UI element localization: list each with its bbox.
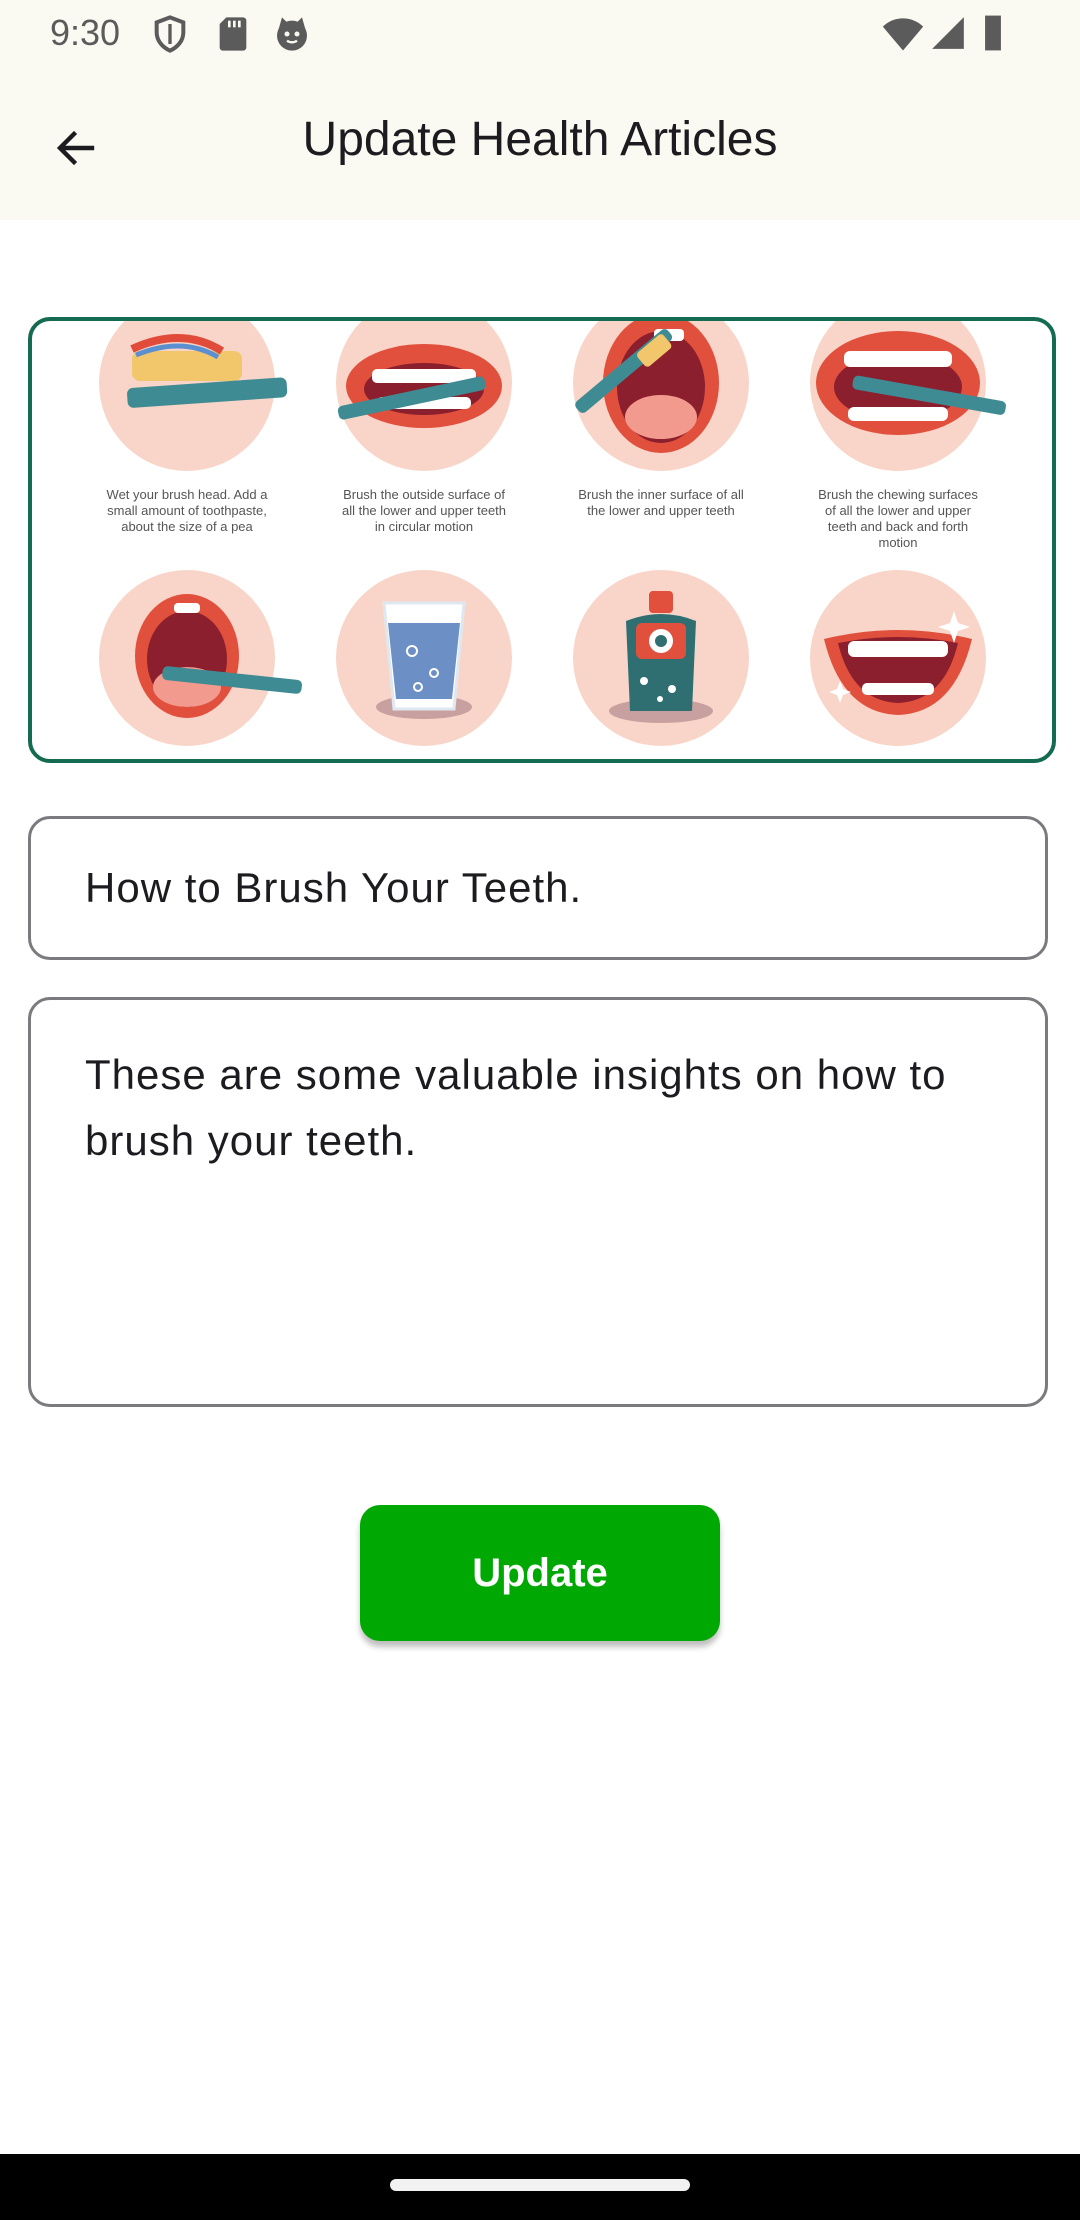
sd-card-icon <box>219 17 247 51</box>
tooth-brushing-illustration: Wet your brush head. Add a small amount … <box>99 321 1006 746</box>
svg-text:Wet your brush head. Add a: Wet your brush head. Add a <box>107 487 269 502</box>
svg-text:teeth and back and forth: teeth and back and forth <box>828 519 968 534</box>
svg-text:Brush the chewing surfaces: Brush the chewing surfaces <box>818 487 978 502</box>
svg-text:of all the lower and upper: of all the lower and upper <box>825 503 972 518</box>
shield-icon <box>154 15 186 53</box>
page-title: Update Health Articles <box>302 113 778 166</box>
step-7-illustration <box>573 570 749 746</box>
article-description-input[interactable]: These are some valuable insights on how … <box>28 997 1048 1407</box>
update-button[interactable]: Update <box>360 1505 720 1641</box>
step-1-illustration <box>99 321 288 471</box>
step-2-illustration <box>336 321 512 471</box>
article-image-card[interactable]: Wet your brush head. Add a small amount … <box>28 317 1056 763</box>
wifi-icon <box>882 18 924 51</box>
step-3-illustration <box>573 321 749 471</box>
svg-text:Brush the outside surface of: Brush the outside surface of <box>343 487 505 502</box>
top-app-bar: Update Health Articles <box>0 66 1080 220</box>
step-4-illustration <box>810 321 1006 471</box>
system-navigation-bar <box>0 2154 1080 2220</box>
svg-text:Brush the inner surface of all: Brush the inner surface of all <box>578 487 744 502</box>
status-time: 9:30 <box>50 12 121 53</box>
status-bar: 9:30 <box>0 0 1080 66</box>
cat-face-icon <box>277 17 307 51</box>
svg-text:about the size of a pea: about the size of a pea <box>121 519 253 534</box>
step-8-illustration <box>810 570 986 746</box>
svg-text:in circular motion: in circular motion <box>375 519 473 534</box>
cell-signal-icon <box>932 17 964 49</box>
home-gesture-handle[interactable] <box>390 2179 690 2191</box>
svg-text:all the lower and upper teeth: all the lower and upper teeth <box>342 503 506 518</box>
step-6-illustration <box>336 570 512 746</box>
svg-text:the lower and upper teeth: the lower and upper teeth <box>587 503 734 518</box>
article-title-input[interactable]: How to Brush Your Teeth. <box>28 816 1048 960</box>
step-5-illustration <box>99 570 302 746</box>
svg-text:motion: motion <box>878 535 917 550</box>
step-captions: Wet your brush head. Add a small amount … <box>107 487 979 550</box>
battery-icon <box>985 15 1001 51</box>
svg-text:small amount of toothpaste,: small amount of toothpaste, <box>107 503 267 518</box>
